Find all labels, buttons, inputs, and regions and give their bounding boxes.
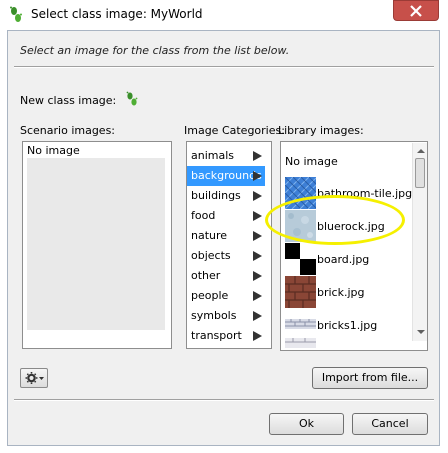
scenario-images-label: Scenario images: [20,124,116,137]
import-from-file-button[interactable]: Import from file... [312,367,428,389]
instructions-text: Select an image for the class from the l… [20,44,290,57]
arrow-right-icon [253,251,262,261]
scroll-up-arrow-icon[interactable] [417,149,425,153]
library-item[interactable]: bricks1.jpg [281,309,409,341]
greenfoot-footprint-icon [126,91,138,106]
library-item-no-image[interactable]: No image [281,152,409,170]
ok-button[interactable]: Ok [269,413,344,435]
category-item[interactable]: symbols [187,306,265,326]
close-icon [410,5,422,17]
annotation-highlight-ellipse [265,195,405,245]
gear-icon [25,372,44,384]
category-item[interactable]: buildings [187,186,265,206]
category-item[interactable]: animals [187,146,265,166]
library-images-label: Library images: [278,124,364,137]
window-title: Select class image: MyWorld [31,7,203,21]
library-item-partial[interactable] [281,338,409,348]
scenario-list-area [27,158,165,330]
scroll-down-arrow-icon[interactable] [417,330,425,334]
library-scrollbar[interactable] [412,143,427,341]
library-item[interactable]: brick.jpg [281,276,409,308]
arrow-right-icon [253,331,262,341]
dialog-window: Select class image: MyWorld Select an im… [0,0,448,453]
categories-list[interactable]: animals backgrounds buildings food natur… [186,141,272,349]
library-images-list[interactable]: No image bathroom-tile.jpg bluerock.jpg … [280,141,428,351]
close-button[interactable] [393,0,439,21]
arrow-right-icon [253,291,262,301]
category-item[interactable]: transport [187,326,265,346]
category-item[interactable]: objects [187,246,265,266]
scenario-item-no-image[interactable]: No image [27,144,80,157]
cancel-button[interactable]: Cancel [352,413,428,435]
arrow-right-icon [253,151,262,161]
greenfoot-footprint-icon [10,6,22,22]
arrow-right-icon [253,211,262,221]
arrow-right-icon [253,231,262,241]
category-item[interactable]: nature [187,226,265,246]
category-item[interactable]: people [187,286,265,306]
arrow-right-icon [253,311,262,321]
separator [14,399,434,401]
library-thumbnail-partial [285,338,316,348]
new-class-image-label: New class image: [20,94,117,107]
dialog-body: Select an image for the class from the l… [7,30,440,446]
library-item[interactable]: board.jpg [281,243,409,275]
board-thumbnail [285,243,316,275]
bricks1-thumbnail [285,309,316,341]
scenario-images-list[interactable]: No image [22,141,172,349]
separator [14,66,434,68]
arrow-right-icon [253,271,262,281]
category-item[interactable]: other [187,266,265,286]
scrollbar-thumb[interactable] [415,158,425,188]
arrow-right-icon [253,171,262,181]
arrow-right-icon [253,191,262,201]
brick-thumbnail [285,276,316,308]
image-categories-label: Image Categories: [184,124,285,137]
title-bar: Select class image: MyWorld [0,0,448,30]
settings-menu-button[interactable] [20,368,48,388]
category-item[interactable]: food [187,206,265,226]
category-item-selected[interactable]: backgrounds [187,166,265,186]
